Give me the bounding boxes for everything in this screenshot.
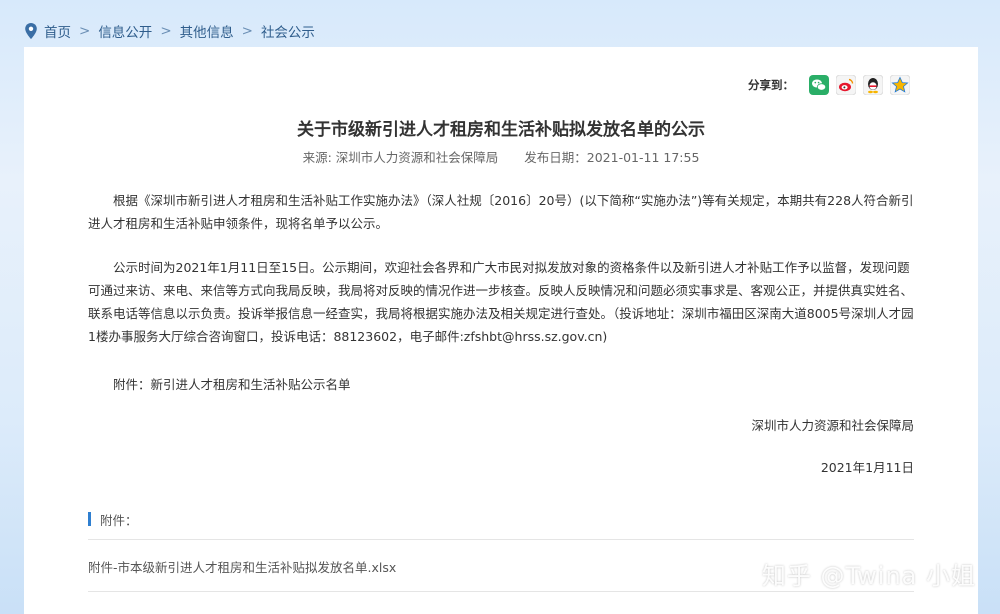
divider <box>88 539 914 540</box>
attachment-note: 附件：新引进人才租房和生活补贴公示名单 <box>113 377 351 392</box>
publish-date: 发布日期：2021-01-11 17:55 <box>524 150 700 165</box>
divider <box>88 591 914 592</box>
article-paragraph: 附件：新引进人才租房和生活补贴公示名单 <box>88 373 918 396</box>
breadcrumb-info-public[interactable]: 信息公开 <box>98 21 152 41</box>
article-paragraph: 根据《深圳市新引进人才租房和生活补贴工作实施办法》（深人社规〔2016〕20号）… <box>88 189 918 235</box>
breadcrumb-separator: > <box>160 23 172 39</box>
attachments-heading: 附件： <box>88 511 138 528</box>
article-paragraph: 公示时间为2021年1月11日至15日。公示期间，欢迎社会各界和广大市民对拟发放… <box>88 256 918 348</box>
breadcrumb-separator: > <box>79 23 91 39</box>
breadcrumb: 首页 > 信息公开 > 其他信息 > 社会公示 <box>24 20 315 42</box>
wechat-icon[interactable] <box>809 75 829 95</box>
watermark: 知乎 @Twina 小姐 <box>761 562 976 590</box>
qq-icon[interactable] <box>863 75 883 95</box>
attachment-file-link[interactable]: 附件-市本级新引进人才租房和生活补贴拟发放名单.xlsx <box>88 557 396 576</box>
signature-date: 2021年1月11日 <box>820 460 914 475</box>
qzone-icon[interactable] <box>890 75 910 95</box>
page-title: 关于市级新引进人才租房和生活补贴拟发放名单的公示 <box>297 120 705 140</box>
share-bar: 分享到： <box>748 75 910 95</box>
article-card: 分享到： 关于市级新引进人才租房和生活补贴拟发放名单的公示 来源: 深圳市人力资… <box>24 47 978 614</box>
weibo-icon[interactable] <box>836 75 856 95</box>
paragraph-text: 根据《深圳市新引进人才租房和生活补贴工作实施办法》（深人社规〔2016〕20号）… <box>88 193 914 231</box>
accent-bar <box>88 512 91 526</box>
article-source: 来源: 深圳市人力资源和社会保障局 <box>302 150 499 165</box>
breadcrumb-social-notice[interactable]: 社会公示 <box>261 21 315 41</box>
paragraph-text: 公示时间为2021年1月11日至15日。公示期间，欢迎社会各界和广大市民对拟发放… <box>88 260 914 344</box>
article-meta: 来源: 深圳市人力资源和社会保障局 发布日期：2021-01-11 17:55 <box>24 147 978 166</box>
location-pin-icon <box>25 23 37 39</box>
share-label: 分享到： <box>748 78 794 92</box>
signature-org: 深圳市人力资源和社会保障局 <box>751 418 914 433</box>
attachments-heading-label: 附件： <box>100 512 138 528</box>
breadcrumb-separator: > <box>241 23 253 39</box>
breadcrumb-home[interactable]: 首页 <box>44 21 71 41</box>
breadcrumb-other-info[interactable]: 其他信息 <box>180 21 234 41</box>
